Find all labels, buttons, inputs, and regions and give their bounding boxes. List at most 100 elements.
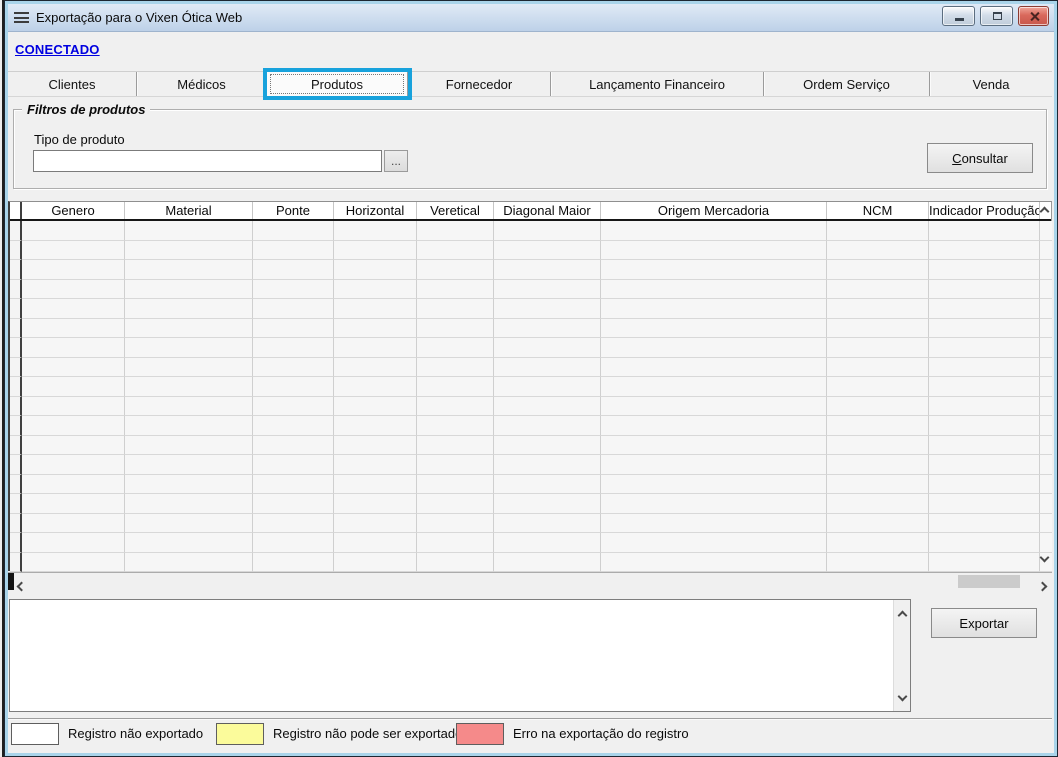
- table-cell: [929, 514, 1040, 534]
- grid-scroll-down-button[interactable]: [1037, 550, 1051, 564]
- table-cell: [253, 494, 334, 514]
- table-cell: [929, 260, 1040, 280]
- scrollbar-track-cell: [1040, 377, 1052, 397]
- table-row[interactable]: [10, 553, 1051, 573]
- table-cell: [494, 553, 601, 573]
- consultar-button[interactable]: Consultar: [927, 143, 1033, 173]
- column-header-origem-mercadoria[interactable]: Origem Mercadoria: [601, 202, 827, 219]
- column-header-horizontal[interactable]: Horizontal: [334, 202, 417, 219]
- tab-ordem-servico[interactable]: Ordem Serviço: [764, 72, 930, 96]
- column-header-material[interactable]: Material: [125, 202, 253, 219]
- log-scrollbar[interactable]: [893, 600, 910, 711]
- scroll-left-button[interactable]: [18, 577, 25, 595]
- table-cell: [253, 260, 334, 280]
- export-log-panel: [9, 599, 911, 712]
- table-row[interactable]: [10, 338, 1051, 358]
- scrollbar-track-cell: [1040, 397, 1052, 417]
- table-cell: [334, 221, 417, 241]
- export-log-textarea[interactable]: [10, 600, 910, 711]
- title-bar[interactable]: Exportação para o Vixen Ótica Web: [8, 4, 1054, 32]
- table-row[interactable]: [10, 455, 1051, 475]
- exportar-button[interactable]: Exportar: [931, 608, 1037, 638]
- log-scroll-down-button[interactable]: [899, 687, 906, 705]
- legend-item-registro-nao-exportado: Registro não exportado: [11, 723, 203, 745]
- table-cell: [125, 494, 253, 514]
- table-cell: [417, 338, 494, 358]
- scrollbar-track-cell: [1040, 358, 1052, 378]
- table-cell: [22, 280, 125, 300]
- column-header-indicador-producao[interactable]: Indicador Produção: [929, 202, 1040, 219]
- tab-fornecedor[interactable]: Fornecedor: [408, 72, 551, 96]
- table-row[interactable]: [10, 358, 1051, 378]
- scroll-right-button[interactable]: [1039, 577, 1046, 595]
- tab-clientes[interactable]: Clientes: [8, 72, 137, 96]
- table-row[interactable]: [10, 436, 1051, 456]
- horizontal-scrollbar-thumb[interactable]: [958, 575, 1020, 588]
- tab-medicos[interactable]: Médicos: [137, 72, 267, 96]
- table-cell: [417, 358, 494, 378]
- table-row[interactable]: [10, 299, 1051, 319]
- table-row[interactable]: [10, 397, 1051, 417]
- table-cell: [253, 319, 334, 339]
- table-cell: [601, 358, 827, 378]
- table-cell: [253, 280, 334, 300]
- table-cell: [22, 436, 125, 456]
- table-row[interactable]: [10, 241, 1051, 261]
- tipo-de-produto-input[interactable]: [33, 150, 382, 172]
- table-cell: [827, 475, 929, 495]
- minimize-button[interactable]: [942, 6, 975, 26]
- table-cell: [929, 338, 1040, 358]
- column-header-ponte[interactable]: Ponte: [253, 202, 334, 219]
- table-cell: [125, 475, 253, 495]
- table-cell: [601, 494, 827, 514]
- table-cell: [827, 514, 929, 534]
- scrollbar-track-cell: [1040, 514, 1052, 534]
- close-button[interactable]: [1018, 6, 1049, 26]
- table-cell: [253, 377, 334, 397]
- grid-scroll-up-button[interactable]: [1037, 204, 1051, 218]
- table-row[interactable]: [10, 280, 1051, 300]
- scrollbar-track-cell: [1040, 280, 1052, 300]
- column-header-veretical[interactable]: Veretical: [417, 202, 494, 219]
- column-header-genero[interactable]: Genero: [22, 202, 125, 219]
- table-cell: [417, 533, 494, 553]
- table-cell: [929, 358, 1040, 378]
- table-cell: [22, 338, 125, 358]
- table-cell: [929, 377, 1040, 397]
- minimize-icon: [955, 18, 964, 21]
- table-row[interactable]: [10, 475, 1051, 495]
- table-cell: [22, 377, 125, 397]
- table-row[interactable]: [10, 260, 1051, 280]
- scrollbar-track-cell: [1040, 416, 1052, 436]
- column-header-diagonal-maior[interactable]: Diagonal Maior: [494, 202, 601, 219]
- row-indicator-cell: [10, 299, 22, 319]
- column-header-ncm[interactable]: NCM: [827, 202, 929, 219]
- table-row[interactable]: [10, 416, 1051, 436]
- connection-status-link[interactable]: CONECTADO: [15, 42, 100, 57]
- chevron-up-icon: [898, 611, 908, 621]
- chevron-left-icon: [17, 582, 27, 592]
- table-cell: [494, 416, 601, 436]
- table-cell: [253, 241, 334, 261]
- table-cell: [125, 436, 253, 456]
- table-row[interactable]: [10, 221, 1051, 241]
- table-row[interactable]: [10, 377, 1051, 397]
- table-cell: [334, 377, 417, 397]
- scrollbar-track-cell: [1040, 338, 1052, 358]
- table-row[interactable]: [10, 533, 1051, 553]
- grid-horizontal-scrollbar[interactable]: [8, 572, 1052, 590]
- grid-header: GeneroMaterialPonteHorizontalVereticalDi…: [10, 202, 1051, 221]
- chevron-up-icon: [1039, 206, 1049, 216]
- table-cell: [601, 533, 827, 553]
- table-row[interactable]: [10, 514, 1051, 534]
- table-row[interactable]: [10, 494, 1051, 514]
- table-row[interactable]: [10, 319, 1051, 339]
- log-scroll-up-button[interactable]: [899, 606, 906, 624]
- table-cell: [929, 221, 1040, 241]
- tab-lancamento-financeiro[interactable]: Lançamento Financeiro: [551, 72, 764, 96]
- browse-button[interactable]: ...: [384, 150, 408, 172]
- table-cell: [601, 299, 827, 319]
- maximize-button[interactable]: [980, 6, 1013, 26]
- tab-venda[interactable]: Venda: [930, 72, 1052, 96]
- tab-produtos[interactable]: Produtos: [267, 72, 408, 96]
